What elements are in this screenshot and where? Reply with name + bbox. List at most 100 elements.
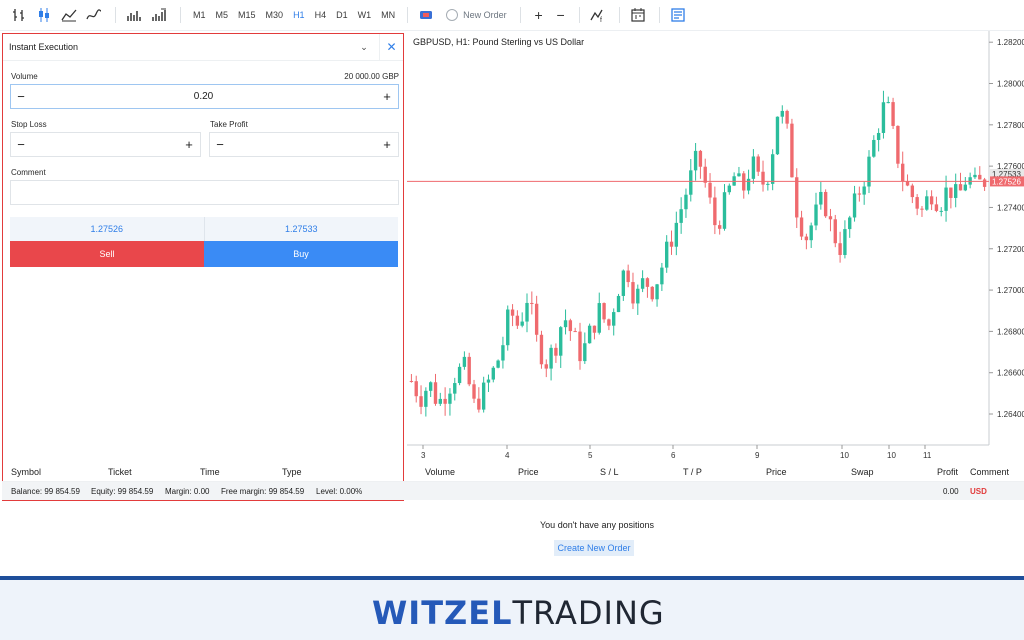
close-icon[interactable]: ✕	[379, 33, 403, 61]
col-comment: Comment	[970, 466, 1010, 477]
candle-body	[679, 209, 683, 223]
volume-bars-icon[interactable]	[123, 4, 145, 26]
candle-body	[804, 236, 809, 241]
timeframe-m30[interactable]: M30	[261, 4, 289, 26]
candle-body	[766, 183, 770, 185]
comment-input[interactable]	[10, 180, 399, 205]
clock-icon	[446, 9, 459, 21]
candle-body	[496, 360, 500, 368]
chevron-down-icon[interactable]: ⌄	[349, 42, 379, 53]
col-current-price: Price	[766, 466, 787, 477]
comment-label: Comment	[11, 168, 46, 177]
timeframe-h4[interactable]: H4	[310, 4, 332, 26]
one-click-trading-icon[interactable]	[415, 4, 437, 26]
candlestick-icon[interactable]	[33, 4, 55, 26]
candle-body	[761, 171, 765, 185]
price-tick-label: 1.26400	[997, 410, 1024, 419]
plus-icon[interactable]: +	[178, 137, 200, 152]
timeframe-m1[interactable]: M1	[188, 4, 211, 26]
col-time: Time	[200, 466, 220, 477]
candle-body	[660, 267, 664, 285]
col-price: Price	[518, 466, 539, 477]
candle-body	[597, 303, 601, 333]
candle-body	[448, 393, 452, 404]
candle-body	[838, 243, 842, 255]
candle-body	[978, 174, 982, 180]
price-tick-label: 1.27400	[997, 203, 1024, 212]
new-order-button[interactable]: New Order	[446, 9, 507, 21]
bid-price-label: 1.27526	[992, 177, 1021, 186]
sell-button[interactable]: Sell	[10, 241, 204, 267]
minus-icon[interactable]: −	[11, 89, 31, 104]
candle-body	[823, 191, 828, 217]
create-new-order-button[interactable]: Create New Order	[554, 540, 634, 556]
candle-body	[910, 185, 915, 198]
plus-icon[interactable]: +	[376, 89, 398, 104]
minus-icon[interactable]: −	[11, 137, 31, 152]
price-chart[interactable]: 1.282001.280001.278001.276001.274001.272…	[407, 31, 1024, 461]
candle-body	[544, 364, 548, 369]
candle-body	[746, 178, 751, 191]
candle-body	[587, 325, 592, 344]
candle-body	[973, 174, 977, 178]
line-chart-icon[interactable]	[83, 4, 105, 26]
candle-body	[780, 110, 784, 117]
buy-button[interactable]: Buy	[204, 241, 398, 267]
free-margin-value: Free margin: 99 854.59	[221, 486, 305, 496]
candle-body	[703, 166, 707, 183]
timeframe-m15[interactable]: M15	[233, 4, 261, 26]
volume-input[interactable]: 0.20	[31, 91, 376, 102]
indicator-icon[interactable]	[148, 4, 170, 26]
stop-loss-stepper[interactable]: − +	[10, 132, 201, 157]
timeframe-m5[interactable]: M5	[211, 4, 234, 26]
zoom-in-icon[interactable]: +	[528, 7, 550, 23]
order-panel-header: Instant Execution ⌄ ✕	[3, 33, 403, 61]
col-type: Type	[282, 466, 302, 477]
calendar-icon[interactable]	[627, 4, 649, 26]
total-profit: 0.00	[943, 486, 959, 496]
toolbar-divider	[180, 7, 181, 23]
time-tick-label: 9	[755, 451, 760, 460]
candle-body	[650, 286, 654, 300]
candle-body	[631, 282, 635, 304]
candle-body	[727, 185, 731, 193]
candle-body	[848, 217, 852, 230]
plus-icon[interactable]: +	[376, 137, 398, 152]
candle-body	[770, 154, 775, 184]
candle-body	[636, 288, 640, 304]
candle-body	[472, 384, 476, 399]
candle-body	[751, 156, 756, 179]
candle-body	[568, 320, 573, 332]
minus-icon[interactable]: −	[210, 137, 230, 152]
candle-body	[939, 210, 943, 212]
candle-body	[616, 295, 621, 313]
toolbar-divider	[407, 7, 409, 23]
area-chart-icon[interactable]	[58, 4, 80, 26]
currency-label: USD	[970, 486, 987, 496]
candle-body	[534, 303, 539, 335]
candle-body	[958, 184, 963, 191]
candle-body	[486, 379, 491, 383]
take-profit-stepper[interactable]: − +	[209, 132, 399, 157]
candle-body	[433, 382, 438, 404]
candle-body	[881, 102, 886, 133]
volume-stepper[interactable]: − 0.20 +	[10, 84, 399, 109]
candle-body	[515, 315, 520, 326]
zoom-out-icon[interactable]: −	[550, 7, 572, 23]
col-ticket: Ticket	[108, 466, 132, 477]
order-panel-icon[interactable]	[667, 4, 689, 26]
indicators-f-icon[interactable]: f	[587, 4, 609, 26]
price-tick-label: 1.27000	[997, 286, 1024, 295]
timeframe-mn[interactable]: MN	[376, 4, 400, 26]
candle-body	[809, 225, 813, 241]
bid-ask-row: 1.27526 1.27533	[10, 217, 398, 241]
timeframe-w1[interactable]: W1	[353, 4, 377, 26]
candle-body	[689, 170, 693, 195]
bid-price: 1.27526	[10, 217, 205, 241]
account-summary-row: Balance: 99 854.59 Equity: 99 854.59 Mar…	[2, 482, 1024, 500]
bar-chart-icon[interactable]	[8, 4, 30, 26]
timeframe-d1[interactable]: D1	[331, 4, 353, 26]
timeframe-h1[interactable]: H1	[288, 4, 310, 26]
candle-body	[491, 367, 495, 380]
time-tick-label: 11	[923, 451, 932, 460]
